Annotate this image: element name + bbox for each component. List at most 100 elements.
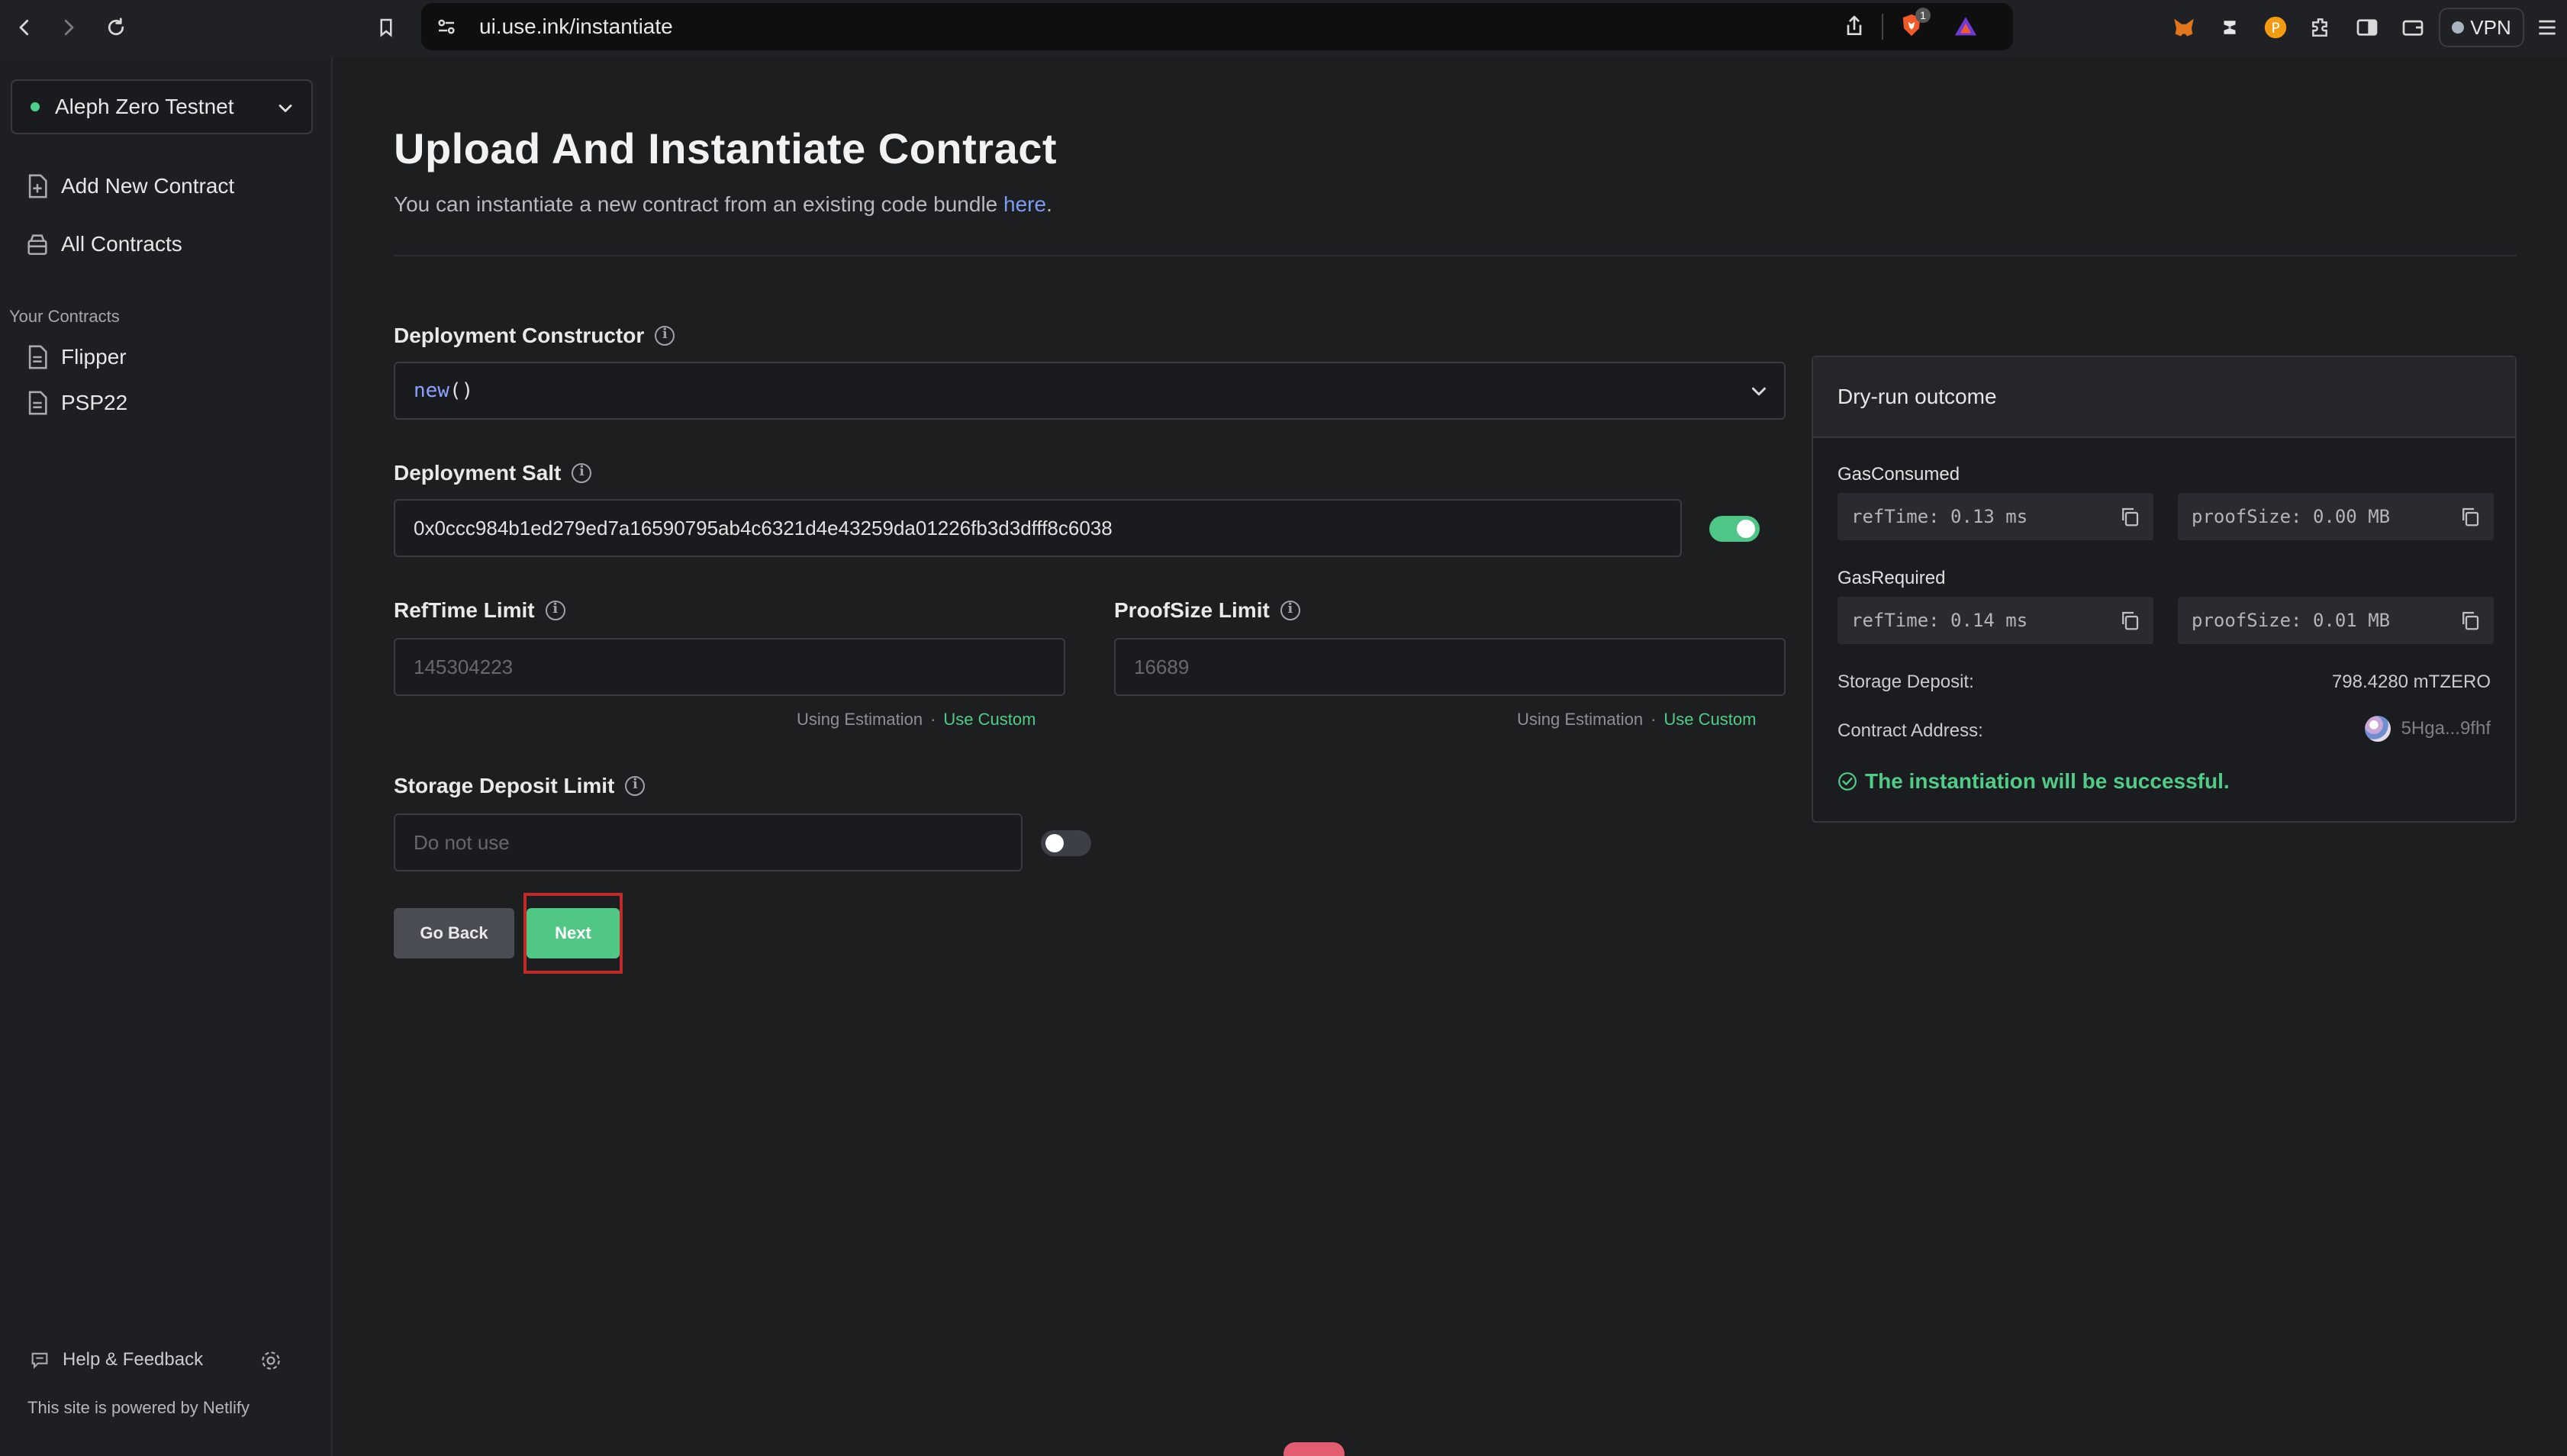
svg-text:P: P — [2271, 21, 2279, 37]
sidebar-item-psp22[interactable]: PSP22 — [26, 388, 127, 418]
copy-icon[interactable] — [2459, 505, 2482, 528]
gas-required-proofsize-value: proofSize: 0.01 MB — [2192, 610, 2391, 631]
network-status-dot — [31, 102, 40, 111]
storage-label-text: Storage Deposit Limit — [394, 774, 615, 797]
subtitle-prefix: You can instantiate a new contract from … — [394, 192, 1004, 216]
reftime-placeholder: 145304223 — [414, 655, 514, 678]
constructor-label: Deployment Constructor — [394, 324, 675, 348]
gas-required-label: GasRequired — [1837, 568, 1946, 588]
gas-consumed-label: GasConsumed — [1837, 464, 1960, 485]
sidebar: Aleph Zero Testnet Add New Contract All … — [0, 56, 333, 1456]
info-icon[interactable] — [655, 326, 675, 346]
storage-deposit-value: 798.4280 mTZERO — [2331, 672, 2491, 692]
here-link[interactable]: here — [1003, 192, 1046, 216]
constructor-select[interactable]: new() — [394, 362, 1786, 420]
menu-icon[interactable] — [2532, 12, 2562, 43]
go-back-button[interactable]: Go Back — [394, 908, 514, 958]
separator: · — [1651, 710, 1657, 729]
page-subtitle: You can instantiate a new contract from … — [394, 192, 1052, 217]
salt-label-text: Deployment Salt — [394, 461, 562, 485]
vpn-button[interactable]: VPN — [2439, 8, 2524, 47]
your-contracts-heading: Your Contracts — [9, 307, 120, 326]
sidebar-item-label: Add New Contract — [61, 174, 235, 198]
storage-label: Storage Deposit Limit — [394, 774, 646, 798]
proofsize-label: ProofSize Limit — [1114, 598, 1300, 623]
subwallet-icon[interactable] — [2214, 12, 2245, 43]
file-plus-icon — [28, 174, 47, 198]
url-divider — [1882, 14, 1883, 40]
next-button-highlight — [523, 893, 623, 974]
sidebar-item-add-new-contract[interactable]: Add New Contract — [26, 171, 234, 201]
check-circle-icon — [1838, 772, 1857, 791]
chevron-down-icon — [279, 105, 292, 112]
proofsize-placeholder: 16689 — [1134, 655, 1190, 678]
help-feedback-link[interactable]: Help & Feedback — [29, 1349, 203, 1371]
gas-required-proofsize: proofSize: 0.01 MB — [2178, 597, 2494, 644]
constructor-name: new — [414, 379, 449, 402]
gear-icon[interactable] — [259, 1349, 282, 1372]
copy-icon[interactable] — [2118, 609, 2141, 632]
header-divider — [394, 255, 2517, 256]
sidebar-item-flipper[interactable]: Flipper — [26, 342, 127, 372]
info-icon[interactable] — [545, 601, 565, 620]
document-icon — [28, 345, 47, 369]
copy-icon[interactable] — [2118, 505, 2141, 528]
info-icon[interactable] — [572, 463, 592, 483]
gas-consumed-proofsize: proofSize: 0.00 MB — [2178, 493, 2494, 540]
proofsize-label-text: ProofSize Limit — [1114, 598, 1270, 622]
brave-shields-icon[interactable]: 1 — [1899, 8, 1931, 41]
floating-widget[interactable] — [1284, 1442, 1345, 1456]
separator: · — [930, 710, 936, 729]
gas-required-reftime-value: refTime: 0.14 ms — [1851, 610, 2028, 631]
toggle-knob — [1737, 520, 1755, 538]
storage-placeholder: Do not use — [414, 830, 510, 854]
site-settings-icon[interactable] — [435, 15, 458, 38]
wallet-icon[interactable] — [2398, 12, 2428, 43]
network-selector[interactable]: Aleph Zero Testnet — [11, 79, 313, 134]
chat-icon — [31, 1352, 48, 1369]
success-text: The instantiation will be successful. — [1865, 769, 2230, 793]
metamask-icon[interactable] — [2169, 12, 2199, 43]
sidebar-toggle-icon[interactable] — [2352, 12, 2382, 43]
storage-deposit-toggle[interactable] — [1041, 830, 1091, 856]
reftime-input[interactable]: 145304223 — [394, 638, 1065, 696]
extensions-icon[interactable] — [2306, 12, 2337, 43]
share-icon[interactable] — [1842, 14, 1866, 38]
reftime-label-text: RefTime Limit — [394, 598, 535, 622]
info-icon[interactable] — [1280, 601, 1300, 620]
constructor-parens: () — [449, 379, 474, 402]
address-bar[interactable]: ui.use.ink/instantiate 1 — [421, 3, 2013, 50]
contract-address-label: Contract Address: — [1837, 720, 1983, 741]
storage-deposit-label: Storage Deposit: — [1837, 672, 1974, 692]
help-label: Help & Feedback — [63, 1349, 204, 1370]
identicon-avatar — [2364, 716, 2391, 742]
success-message: The instantiation will be successful. — [1837, 769, 2230, 794]
gas-consumed-proofsize-value: proofSize: 0.00 MB — [2192, 506, 2391, 527]
toggle-knob — [1045, 834, 1064, 852]
back-icon[interactable] — [8, 11, 41, 44]
proofsize-use-custom-link[interactable]: Use Custom — [1664, 710, 1756, 729]
brave-rewards-icon[interactable] — [1952, 14, 1981, 40]
page-title: Upload And Instantiate Contract — [394, 124, 1058, 172]
proofsize-input[interactable]: 16689 — [1114, 638, 1786, 696]
browser-toolbar: ui.use.ink/instantiate 1 P VPN — [0, 0, 2567, 56]
shields-badge: 1 — [1915, 8, 1931, 23]
copy-icon[interactable] — [2459, 609, 2482, 632]
sidebar-item-label: All Contracts — [61, 232, 182, 256]
polkadot-js-icon[interactable]: P — [2260, 12, 2291, 43]
storage-deposit-input[interactable]: Do not use — [394, 813, 1023, 871]
salt-input[interactable]: 0x0ccc984b1ed279ed7a16590795ab4c6321d4e4… — [394, 499, 1682, 557]
archive-icon — [27, 234, 47, 256]
reload-icon[interactable] — [99, 11, 133, 44]
powered-by-netlify[interactable]: This site is powered by Netlify — [27, 1398, 250, 1418]
vpn-label: VPN — [2470, 15, 2511, 39]
forward-icon[interactable] — [52, 11, 85, 44]
reftime-use-custom-link[interactable]: Use Custom — [943, 710, 1035, 729]
bookmark-icon[interactable] — [369, 11, 403, 44]
contract-address[interactable]: 5Hga...9fhf — [2364, 716, 2491, 742]
sidebar-item-all-contracts[interactable]: All Contracts — [26, 229, 182, 259]
salt-label: Deployment Salt — [394, 461, 592, 485]
info-icon[interactable] — [625, 776, 646, 796]
gas-required-reftime: refTime: 0.14 ms — [1837, 597, 2153, 644]
salt-toggle[interactable] — [1709, 516, 1760, 542]
